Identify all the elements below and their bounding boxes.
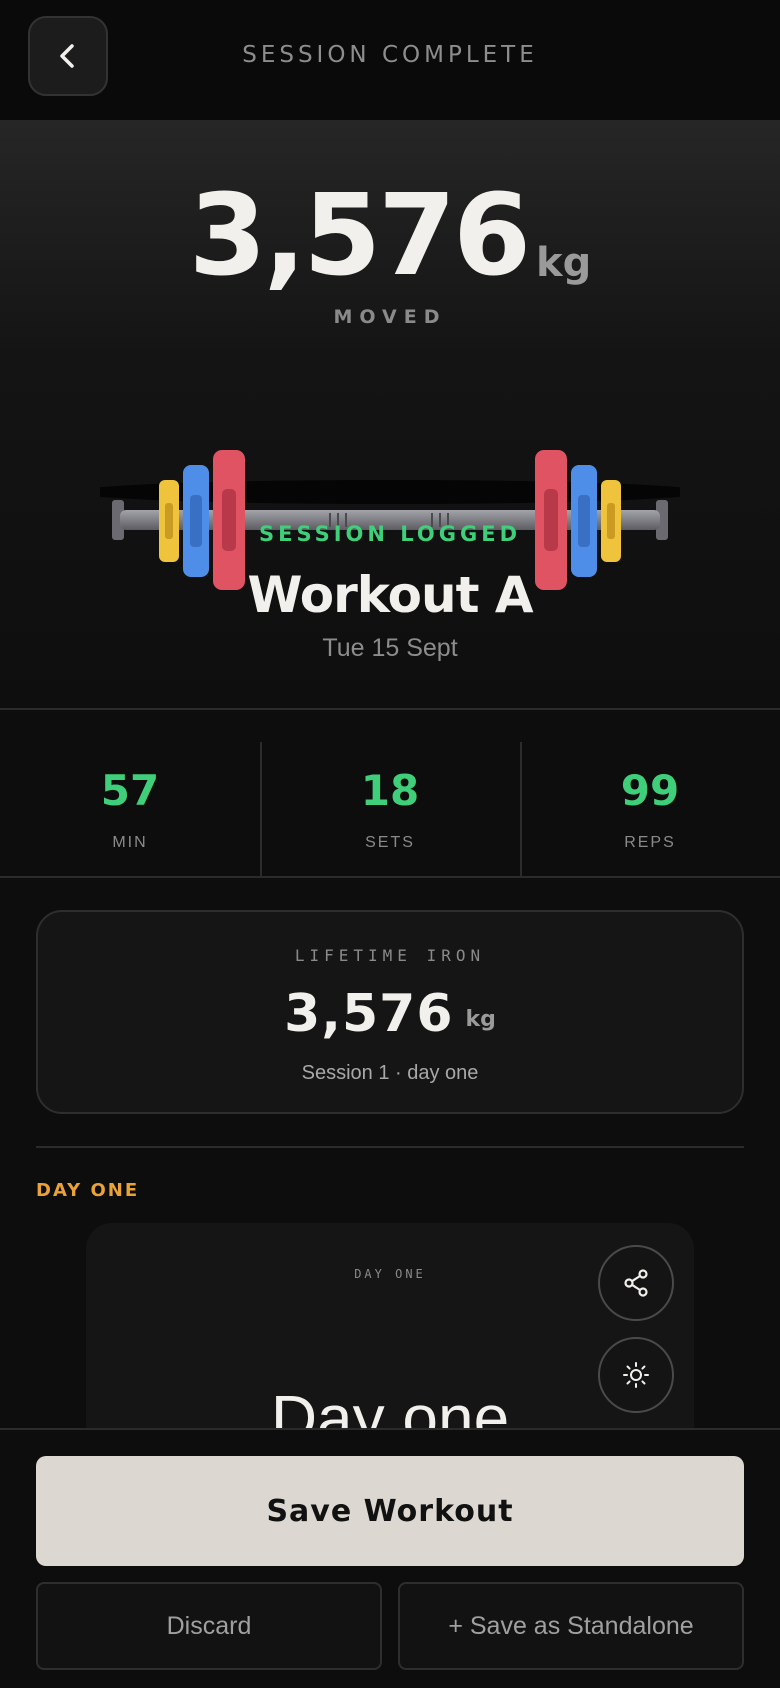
share-button[interactable] [598, 1245, 674, 1321]
stat-value: 57 [100, 766, 160, 815]
lifetime-title: LIFETIME IRON [294, 946, 486, 965]
lifetime-value: 3,576 kg [38, 988, 742, 1040]
stat-reps: 99 REPS [520, 710, 780, 876]
stat-label: MIN [112, 834, 148, 851]
divider [36, 1146, 744, 1148]
day-card: DAY ONE Day one [86, 1223, 694, 1463]
discard-button[interactable]: Discard [36, 1582, 382, 1670]
lifetime-subtitle: Session 1 · day one [301, 1062, 479, 1084]
stat-minutes: 57 MIN [0, 710, 260, 876]
stat-label: SETS [365, 834, 415, 851]
section-label: DAY ONE [36, 1180, 140, 1201]
stat-sets: 18 SETS [260, 710, 520, 876]
stats-row: 57 MIN 18 SETS 99 REPS [0, 710, 780, 876]
lifetime-unit: kg [465, 1007, 496, 1032]
session-logged-label: SESSION LOGGED [258, 522, 522, 546]
divider [0, 876, 780, 878]
stat-value: 99 [620, 766, 680, 815]
workout-name: Workout A [247, 566, 533, 624]
stat-value: 18 [360, 766, 420, 815]
stat-label: REPS [624, 834, 676, 851]
lifetime-number: 3,576 [284, 984, 454, 1044]
share-icon [624, 1269, 648, 1297]
workout-date: Tue 15 Sept [322, 634, 458, 662]
page-title: SESSION COMPLETE [242, 42, 538, 68]
sun-icon [623, 1362, 649, 1388]
top-bar: SESSION COMPLETE [0, 0, 780, 120]
lifetime-iron-card: LIFETIME IRON 3,576 kg Session 1 · day o… [36, 910, 744, 1114]
save-standalone-button[interactable]: + Save as Standalone [398, 1582, 744, 1670]
theme-button[interactable] [598, 1337, 674, 1413]
total-weight: 3,576 kg [0, 180, 780, 292]
total-weight-unit: kg [536, 240, 592, 286]
summary-hero: 3,576 kg MOVED SESSION LOGGED Workout A … [0, 120, 780, 710]
bottom-action-bar: Save Workout Discard + Save as Standalon… [0, 1428, 780, 1688]
save-workout-button[interactable]: Save Workout [36, 1456, 744, 1566]
total-weight-value: 3,576 [188, 171, 531, 301]
